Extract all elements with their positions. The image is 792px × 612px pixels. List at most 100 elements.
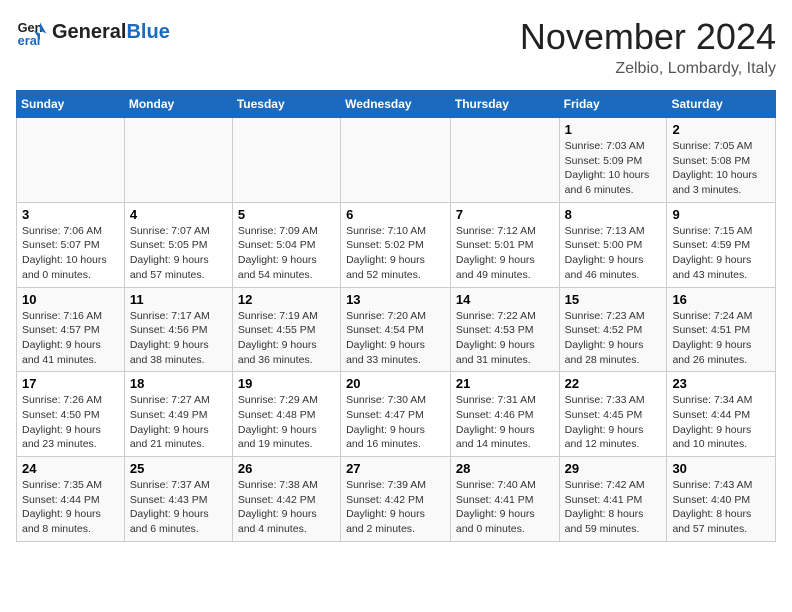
day-info: Sunrise: 7:24 AM Sunset: 4:51 PM Dayligh… bbox=[672, 309, 770, 368]
day-number: 12 bbox=[238, 292, 335, 307]
day-cell: 15 Sunrise: 7:23 AM Sunset: 4:52 PM Dayli… bbox=[559, 287, 667, 372]
week-row-3: 10 Sunrise: 7:16 AM Sunset: 4:57 PM Dayli… bbox=[17, 287, 776, 372]
title-block: November 2024 Zelbio, Lombardy, Italy bbox=[520, 16, 776, 78]
day-cell: 21 Sunrise: 7:31 AM Sunset: 4:46 PM Dayli… bbox=[450, 372, 559, 457]
day-cell: 24 Sunrise: 7:35 AM Sunset: 4:44 PM Dayli… bbox=[17, 457, 125, 542]
logo-icon: Gen eral bbox=[16, 16, 48, 48]
weekday-header-saturday: Saturday bbox=[667, 91, 776, 118]
day-cell: 20 Sunrise: 7:30 AM Sunset: 4:47 PM Dayli… bbox=[341, 372, 451, 457]
day-cell: 11 Sunrise: 7:17 AM Sunset: 4:56 PM Dayli… bbox=[124, 287, 232, 372]
day-number: 22 bbox=[565, 376, 662, 391]
day-number: 8 bbox=[565, 207, 662, 222]
day-number: 21 bbox=[456, 376, 554, 391]
day-cell: 10 Sunrise: 7:16 AM Sunset: 4:57 PM Dayli… bbox=[17, 287, 125, 372]
day-number: 17 bbox=[22, 376, 119, 391]
day-info: Sunrise: 7:29 AM Sunset: 4:48 PM Dayligh… bbox=[238, 393, 335, 452]
day-info: Sunrise: 7:17 AM Sunset: 4:56 PM Dayligh… bbox=[130, 309, 227, 368]
day-info: Sunrise: 7:13 AM Sunset: 5:00 PM Dayligh… bbox=[565, 224, 662, 283]
day-info: Sunrise: 7:31 AM Sunset: 4:46 PM Dayligh… bbox=[456, 393, 554, 452]
day-info: Sunrise: 7:19 AM Sunset: 4:55 PM Dayligh… bbox=[238, 309, 335, 368]
day-number: 5 bbox=[238, 207, 335, 222]
logo-text: GeneralBlue bbox=[52, 21, 170, 44]
day-cell: 25 Sunrise: 7:37 AM Sunset: 4:43 PM Dayli… bbox=[124, 457, 232, 542]
day-number: 3 bbox=[22, 207, 119, 222]
day-cell: 14Sunrise: 7:22 AM Sunset: 4:53 PM Dayli… bbox=[450, 287, 559, 372]
day-cell: 23Sunrise: 7:34 AM Sunset: 4:44 PM Dayli… bbox=[667, 372, 776, 457]
day-number: 6 bbox=[346, 207, 445, 222]
day-number: 13 bbox=[346, 292, 445, 307]
day-number: 7 bbox=[456, 207, 554, 222]
day-number: 10 bbox=[22, 292, 119, 307]
day-number: 24 bbox=[22, 461, 119, 476]
day-cell: 22 Sunrise: 7:33 AM Sunset: 4:45 PM Dayli… bbox=[559, 372, 667, 457]
day-info: Sunrise: 7:43 AM Sunset: 4:40 PM Dayligh… bbox=[672, 478, 770, 537]
day-number: 30 bbox=[672, 461, 770, 476]
week-row-1: 1Sunrise: 7:03 AM Sunset: 5:09 PM Daylig… bbox=[17, 118, 776, 203]
day-cell: 5 Sunrise: 7:09 AM Sunset: 5:04 PM Daylig… bbox=[232, 202, 340, 287]
day-info: Sunrise: 7:38 AM Sunset: 4:42 PM Dayligh… bbox=[238, 478, 335, 537]
calendar-table: SundayMondayTuesdayWednesdayThursdayFrid… bbox=[16, 90, 776, 542]
day-number: 25 bbox=[130, 461, 227, 476]
day-number: 20 bbox=[346, 376, 445, 391]
day-cell: 29 Sunrise: 7:42 AM Sunset: 4:41 PM Dayli… bbox=[559, 457, 667, 542]
day-info: Sunrise: 7:30 AM Sunset: 4:47 PM Dayligh… bbox=[346, 393, 445, 452]
day-number: 14 bbox=[456, 292, 554, 307]
day-info: Sunrise: 7:42 AM Sunset: 4:41 PM Dayligh… bbox=[565, 478, 662, 537]
day-number: 16 bbox=[672, 292, 770, 307]
day-number: 29 bbox=[565, 461, 662, 476]
day-info: Sunrise: 7:15 AM Sunset: 4:59 PM Dayligh… bbox=[672, 224, 770, 283]
day-number: 28 bbox=[456, 461, 554, 476]
day-info: Sunrise: 7:39 AM Sunset: 4:42 PM Dayligh… bbox=[346, 478, 445, 537]
day-info: Sunrise: 7:03 AM Sunset: 5:09 PM Dayligh… bbox=[565, 139, 662, 198]
day-number: 9 bbox=[672, 207, 770, 222]
day-number: 26 bbox=[238, 461, 335, 476]
day-info: Sunrise: 7:34 AM Sunset: 4:44 PM Dayligh… bbox=[672, 393, 770, 452]
day-info: Sunrise: 7:23 AM Sunset: 4:52 PM Dayligh… bbox=[565, 309, 662, 368]
day-cell: 18Sunrise: 7:27 AM Sunset: 4:49 PM Dayli… bbox=[124, 372, 232, 457]
day-cell: 12 Sunrise: 7:19 AM Sunset: 4:55 PM Dayli… bbox=[232, 287, 340, 372]
page-header: Gen eral GeneralBlue November 2024 Zelbi… bbox=[16, 16, 776, 78]
day-info: Sunrise: 7:33 AM Sunset: 4:45 PM Dayligh… bbox=[565, 393, 662, 452]
day-cell: 17 Sunrise: 7:26 AM Sunset: 4:50 PM Dayli… bbox=[17, 372, 125, 457]
day-cell: 28 Sunrise: 7:40 AM Sunset: 4:41 PM Dayli… bbox=[450, 457, 559, 542]
day-info: Sunrise: 7:16 AM Sunset: 4:57 PM Dayligh… bbox=[22, 309, 119, 368]
day-cell: 3 Sunrise: 7:06 AM Sunset: 5:07 PM Daylig… bbox=[17, 202, 125, 287]
day-info: Sunrise: 7:40 AM Sunset: 4:41 PM Dayligh… bbox=[456, 478, 554, 537]
day-info: Sunrise: 7:12 AM Sunset: 5:01 PM Dayligh… bbox=[456, 224, 554, 283]
day-cell: 19Sunrise: 7:29 AM Sunset: 4:48 PM Dayli… bbox=[232, 372, 340, 457]
day-info: Sunrise: 7:09 AM Sunset: 5:04 PM Dayligh… bbox=[238, 224, 335, 283]
day-number: 18 bbox=[130, 376, 227, 391]
day-info: Sunrise: 7:37 AM Sunset: 4:43 PM Dayligh… bbox=[130, 478, 227, 537]
day-info: Sunrise: 7:06 AM Sunset: 5:07 PM Dayligh… bbox=[22, 224, 119, 283]
day-number: 11 bbox=[130, 292, 227, 307]
month-title: November 2024 bbox=[520, 16, 776, 58]
day-info: Sunrise: 7:35 AM Sunset: 4:44 PM Dayligh… bbox=[22, 478, 119, 537]
weekday-header-friday: Friday bbox=[559, 91, 667, 118]
day-cell: 9 Sunrise: 7:15 AM Sunset: 4:59 PM Daylig… bbox=[667, 202, 776, 287]
day-cell bbox=[232, 118, 340, 203]
day-cell: 4Sunrise: 7:07 AM Sunset: 5:05 PM Daylig… bbox=[124, 202, 232, 287]
week-row-5: 24 Sunrise: 7:35 AM Sunset: 4:44 PM Dayli… bbox=[17, 457, 776, 542]
day-cell: 27 Sunrise: 7:39 AM Sunset: 4:42 PM Dayli… bbox=[341, 457, 451, 542]
day-info: Sunrise: 7:26 AM Sunset: 4:50 PM Dayligh… bbox=[22, 393, 119, 452]
week-row-2: 3 Sunrise: 7:06 AM Sunset: 5:07 PM Daylig… bbox=[17, 202, 776, 287]
day-number: 2 bbox=[672, 122, 770, 137]
day-cell: 2 Sunrise: 7:05 AM Sunset: 5:08 PM Daylig… bbox=[667, 118, 776, 203]
day-info: Sunrise: 7:20 AM Sunset: 4:54 PM Dayligh… bbox=[346, 309, 445, 368]
day-cell: 7 Sunrise: 7:12 AM Sunset: 5:01 PM Daylig… bbox=[450, 202, 559, 287]
day-cell: 26 Sunrise: 7:38 AM Sunset: 4:42 PM Dayli… bbox=[232, 457, 340, 542]
weekday-header-tuesday: Tuesday bbox=[232, 91, 340, 118]
day-number: 15 bbox=[565, 292, 662, 307]
weekday-header-thursday: Thursday bbox=[450, 91, 559, 118]
day-cell bbox=[450, 118, 559, 203]
day-number: 4 bbox=[130, 207, 227, 222]
week-row-4: 17 Sunrise: 7:26 AM Sunset: 4:50 PM Dayli… bbox=[17, 372, 776, 457]
day-cell bbox=[341, 118, 451, 203]
day-info: Sunrise: 7:05 AM Sunset: 5:08 PM Dayligh… bbox=[672, 139, 770, 198]
day-cell: 6 Sunrise: 7:10 AM Sunset: 5:02 PM Daylig… bbox=[341, 202, 451, 287]
day-cell: 16 Sunrise: 7:24 AM Sunset: 4:51 PM Dayli… bbox=[667, 287, 776, 372]
weekday-header-sunday: Sunday bbox=[17, 91, 125, 118]
day-info: Sunrise: 7:10 AM Sunset: 5:02 PM Dayligh… bbox=[346, 224, 445, 283]
day-number: 27 bbox=[346, 461, 445, 476]
weekday-header-row: SundayMondayTuesdayWednesdayThursdayFrid… bbox=[17, 91, 776, 118]
